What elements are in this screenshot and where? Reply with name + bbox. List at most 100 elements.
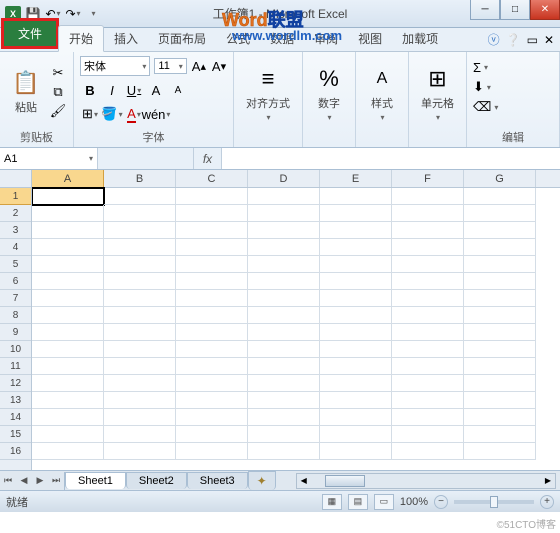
cell[interactable] <box>320 205 392 222</box>
cell[interactable] <box>392 375 464 392</box>
cell[interactable] <box>176 205 248 222</box>
cell[interactable] <box>248 341 320 358</box>
cell[interactable] <box>392 341 464 358</box>
cell[interactable] <box>320 358 392 375</box>
sheet-tab-1[interactable]: Sheet1 <box>65 472 126 489</box>
cell[interactable] <box>248 188 320 205</box>
cell[interactable] <box>320 375 392 392</box>
cell[interactable] <box>320 426 392 443</box>
cell[interactable] <box>32 324 104 341</box>
grow-font-icon[interactable]: A▴ <box>191 56 207 76</box>
cell[interactable] <box>32 239 104 256</box>
cell[interactable] <box>320 273 392 290</box>
cut-icon[interactable]: ✂ <box>49 65 67 81</box>
cell[interactable] <box>248 307 320 324</box>
cell[interactable] <box>248 409 320 426</box>
cell[interactable] <box>104 409 176 426</box>
col-header[interactable]: F <box>392 170 464 187</box>
cell[interactable] <box>176 358 248 375</box>
col-header[interactable]: B <box>104 170 176 187</box>
cell[interactable] <box>104 290 176 307</box>
tab-insert[interactable]: 插入 <box>104 26 148 51</box>
cell[interactable] <box>392 222 464 239</box>
sheet-nav-next-icon[interactable]: ▶ <box>32 472 48 490</box>
row-header[interactable]: 12 <box>0 375 31 392</box>
format-painter-icon[interactable]: 🖌 <box>49 103 67 119</box>
maximize-button[interactable]: □ <box>500 0 530 20</box>
sheet-tab-2[interactable]: Sheet2 <box>126 472 187 489</box>
cell[interactable] <box>104 341 176 358</box>
row-header[interactable]: 1 <box>0 188 31 205</box>
tab-file[interactable]: 文件 <box>2 19 58 48</box>
autosum-button[interactable]: Σ▾ <box>473 60 488 75</box>
row-header[interactable]: 6 <box>0 273 31 290</box>
horizontal-scrollbar[interactable]: ◀ ▶ <box>296 473 556 489</box>
scroll-thumb[interactable] <box>325 475 365 487</box>
cell[interactable] <box>104 392 176 409</box>
cell[interactable] <box>176 375 248 392</box>
cell[interactable] <box>248 426 320 443</box>
col-header[interactable]: E <box>320 170 392 187</box>
scroll-left-icon[interactable]: ◀ <box>297 474 311 488</box>
cell[interactable] <box>32 426 104 443</box>
cell[interactable] <box>320 256 392 273</box>
cell[interactable] <box>176 324 248 341</box>
cell[interactable] <box>32 443 104 460</box>
close-workbook-icon[interactable]: ✕ <box>544 33 554 47</box>
cell[interactable] <box>32 205 104 222</box>
col-header[interactable]: A <box>32 170 104 187</box>
cell[interactable] <box>176 341 248 358</box>
cell[interactable] <box>320 409 392 426</box>
cell[interactable] <box>248 273 320 290</box>
zoom-knob[interactable] <box>490 496 498 508</box>
cell[interactable] <box>248 358 320 375</box>
cell[interactable] <box>32 307 104 324</box>
cell[interactable] <box>320 290 392 307</box>
sheet-nav-last-icon[interactable]: ⏭ <box>48 472 64 490</box>
cell[interactable] <box>464 205 536 222</box>
cell[interactable] <box>248 222 320 239</box>
cell[interactable] <box>32 375 104 392</box>
cell[interactable] <box>464 188 536 205</box>
cell[interactable] <box>464 273 536 290</box>
cell[interactable] <box>464 392 536 409</box>
formula-input[interactable] <box>222 148 560 169</box>
number-button[interactable]: %数字▾ <box>309 63 349 124</box>
cell[interactable] <box>104 375 176 392</box>
cell[interactable] <box>248 256 320 273</box>
col-header[interactable]: D <box>248 170 320 187</box>
cell[interactable] <box>464 239 536 256</box>
cell[interactable] <box>320 307 392 324</box>
cell[interactable] <box>320 324 392 341</box>
cell[interactable] <box>392 443 464 460</box>
font-grow-a-icon[interactable]: A <box>146 80 166 100</box>
cell[interactable] <box>176 222 248 239</box>
row-header[interactable]: 15 <box>0 426 31 443</box>
cell[interactable] <box>104 426 176 443</box>
cell[interactable] <box>176 409 248 426</box>
qat-customize-icon[interactable]: ▾ <box>84 5 102 23</box>
cell[interactable] <box>320 188 392 205</box>
fill-button[interactable]: ⬇▾ <box>473 79 491 95</box>
view-normal-icon[interactable]: ▦ <box>322 494 342 510</box>
bold-button[interactable]: B <box>80 80 100 100</box>
cell[interactable] <box>176 188 248 205</box>
fill-color-button[interactable]: 🪣▾ <box>102 104 122 124</box>
cell[interactable] <box>320 392 392 409</box>
underline-button[interactable]: U▾ <box>124 80 144 100</box>
cell[interactable] <box>104 324 176 341</box>
cell[interactable] <box>176 256 248 273</box>
italic-button[interactable]: I <box>102 80 122 100</box>
cell[interactable] <box>104 256 176 273</box>
cell[interactable] <box>392 392 464 409</box>
zoom-in-button[interactable]: + <box>540 495 554 509</box>
cell[interactable] <box>104 443 176 460</box>
help-icon[interactable]: ❔ <box>506 33 521 47</box>
cell[interactable] <box>32 409 104 426</box>
cells-button[interactable]: ⊞单元格▾ <box>415 63 460 124</box>
row-header[interactable]: 13 <box>0 392 31 409</box>
clear-button[interactable]: ⌫▾ <box>473 99 498 115</box>
cell[interactable] <box>392 256 464 273</box>
cell[interactable] <box>248 205 320 222</box>
cell[interactable] <box>104 205 176 222</box>
